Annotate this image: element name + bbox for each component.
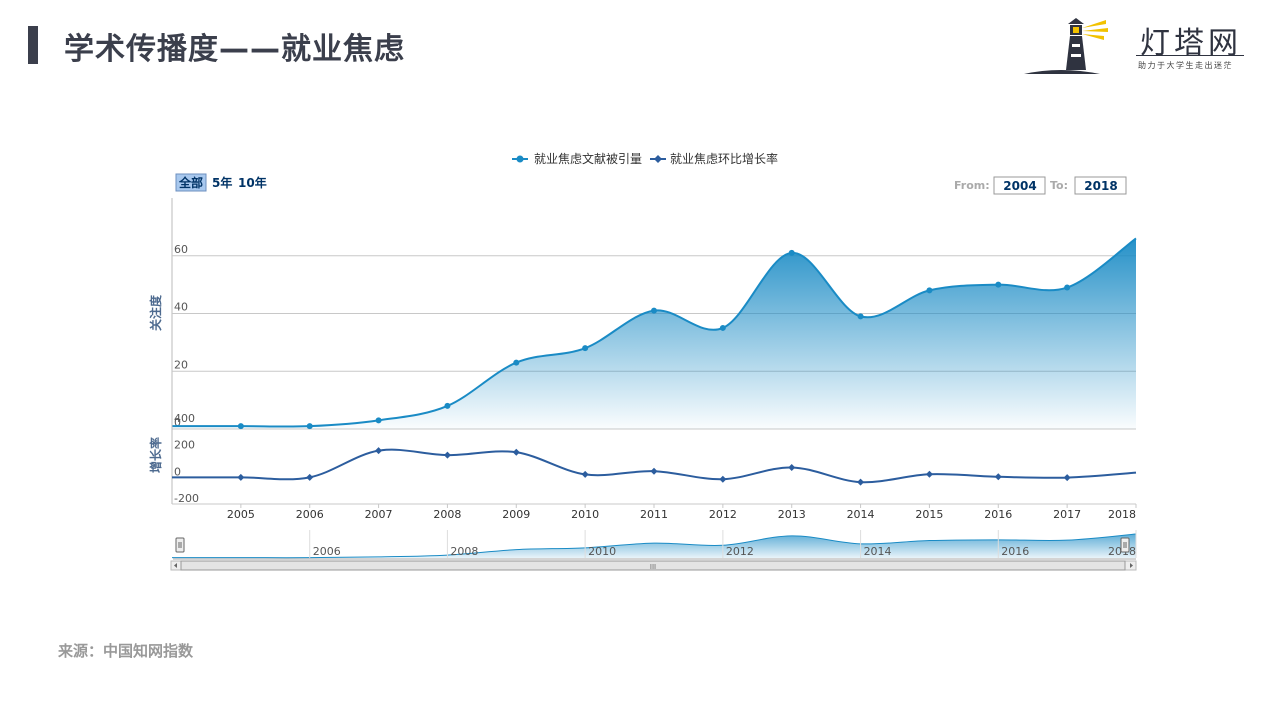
from-label: From: (954, 179, 990, 192)
navigator-label: 2006 (313, 545, 341, 558)
x-tick-label: 2008 (433, 508, 461, 521)
scrollbar-grip-icon: III (650, 563, 656, 571)
point-series2 (306, 473, 314, 481)
point-series1 (651, 307, 657, 314)
navigator[interactable]: 2006200820102012201420162018 (172, 530, 1137, 560)
to-label: To: (1050, 179, 1068, 192)
x-tick-label: 2007 (365, 508, 393, 521)
area-fill-series1 (172, 238, 1136, 429)
x-tick-label: 2006 (296, 508, 324, 521)
y-tick-label-top: 60 (174, 243, 188, 256)
point-series2 (443, 451, 451, 459)
navigator-label: 2008 (450, 545, 478, 558)
range-button-all[interactable]: 全部 (178, 175, 203, 190)
point-series1 (375, 417, 382, 424)
line-series2 (171, 448, 1137, 484)
x-tick-label: 2014 (847, 508, 875, 521)
legend-label-series2: 就业焦虑环比增长率 (670, 151, 778, 166)
x-tick-label: 2013 (778, 508, 806, 521)
x-tick-label: 2005 (227, 508, 255, 521)
point-series2 (1063, 474, 1071, 482)
point-series2 (581, 470, 589, 478)
point-series2 (512, 448, 520, 456)
range-button-10y[interactable]: 10年 (238, 175, 267, 190)
legend-item-series2[interactable]: 就业焦虑环比增长率 (650, 151, 778, 166)
point-series1 (513, 359, 520, 366)
point-series1 (719, 324, 726, 331)
scrollbar[interactable]: III (170, 560, 1137, 571)
top-pane-plot (171, 237, 1137, 430)
navigator-label: 2012 (726, 545, 754, 558)
point-series2 (650, 467, 658, 475)
point-series1 (306, 423, 313, 430)
x-tick-label: 2010 (571, 508, 599, 521)
legend-label-series1: 就业焦虑文献被引量 (534, 151, 642, 166)
y-tick-label-top: 40 (174, 301, 188, 314)
y-axis-title-bottom: 增长率 (148, 437, 163, 473)
x-tick-label: 2017 (1053, 508, 1081, 521)
y-tick-label-bottom: 200 (174, 439, 195, 452)
y-tick-label-top: 20 (174, 358, 188, 371)
point-series1 (995, 281, 1002, 288)
x-axis: 2005 2006 2007 2008 2009 2010 2011 2012 2013 2014… (227, 504, 1137, 521)
legend-marker-diamond-icon (654, 155, 662, 163)
point-series1 (237, 423, 244, 430)
y-axis-title-top: 关注度 (148, 294, 163, 331)
navigator-label: 2010 (588, 545, 616, 558)
navigator-label: 2014 (864, 545, 892, 558)
point-series2 (719, 475, 727, 483)
x-tick-label: 2009 (502, 508, 530, 521)
x-tick-label: 2012 (709, 508, 737, 521)
navigator-handle-right[interactable] (1120, 537, 1130, 553)
y-tick-label-bottom: 400 (174, 412, 195, 425)
from-value[interactable]: 2004 (1003, 179, 1036, 193)
point-series1 (1064, 284, 1071, 291)
range-selector: 全部 5年 10年 From: 2004 To: 2018 (175, 173, 1127, 195)
x-tick-label: 2018 (1108, 508, 1136, 521)
x-tick-label: 2011 (640, 508, 668, 521)
navigator-label: 2016 (1001, 545, 1029, 558)
range-button-5y[interactable]: 5年 (212, 175, 232, 190)
legend-item-series1[interactable]: 就业焦虑文献被引量 (512, 151, 642, 166)
point-series2 (925, 470, 933, 478)
chart-canvas: 就业焦虑文献被引量 就业焦虑环比增长率 全部 5年 10年 From: 2004… (148, 151, 1137, 571)
x-tick-label: 2016 (984, 508, 1012, 521)
point-series1 (857, 313, 864, 320)
y-tick-label-bottom: -200 (174, 492, 199, 505)
source-note: 来源：中国知网指数 (58, 642, 194, 660)
navigator-handle-left[interactable] (175, 537, 185, 553)
point-series2 (857, 478, 865, 486)
legend-marker-circle-icon (516, 155, 524, 163)
point-series1 (582, 345, 589, 352)
point-series1 (444, 402, 451, 409)
point-series2 (788, 463, 796, 471)
point-series2 (994, 473, 1002, 481)
to-value[interactable]: 2018 (1084, 179, 1117, 193)
legend: 就业焦虑文献被引量 就业焦虑环比增长率 (512, 151, 778, 166)
bottom-pane-plot (171, 447, 1137, 486)
point-series2 (375, 447, 383, 455)
x-tick-label: 2015 (915, 508, 943, 521)
point-series1 (926, 287, 933, 294)
point-series2 (237, 473, 245, 481)
point-series1 (788, 249, 795, 256)
